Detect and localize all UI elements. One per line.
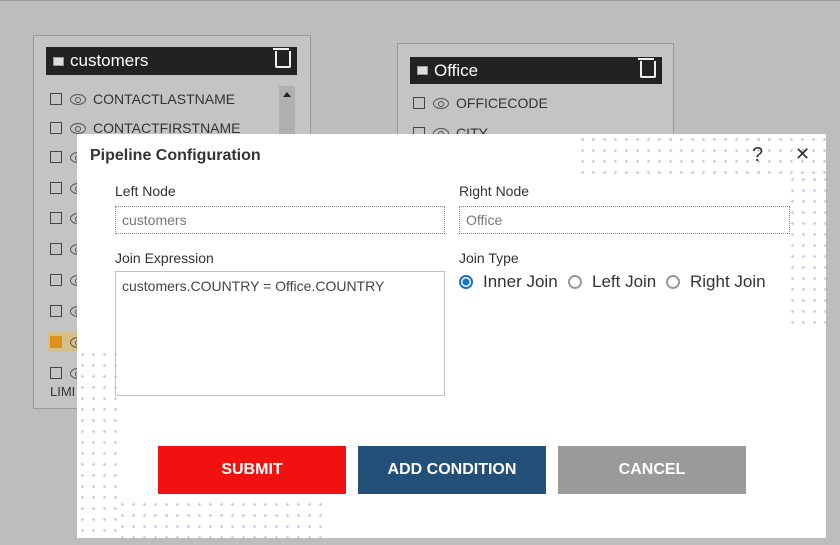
pipeline-configuration-dialog: Pipeline Configuration ? ✕ Left Node Rig… [77,134,826,538]
customers-node-header[interactable]: customers [46,47,297,75]
trash-icon[interactable] [273,48,291,68]
radio-icon[interactable] [568,275,582,289]
field-row[interactable]: CONTACTLASTNAME [50,91,235,107]
field-name: CONTACTLASTNAME [93,91,236,107]
cancel-button[interactable]: CANCEL [558,446,746,494]
radio-label: Inner Join [483,272,558,291]
checkbox[interactable] [50,182,62,194]
checkbox[interactable] [50,122,62,134]
right-node-input[interactable] [459,206,790,234]
field-name-partial: LIMI [50,384,76,399]
dot-pattern [77,349,117,538]
eye-icon[interactable] [433,97,449,109]
node-title: customers [70,51,149,70]
table-icon [53,56,64,66]
divider [0,0,840,1]
checkbox[interactable] [50,151,62,163]
radio-left-join[interactable]: Left Join [568,272,656,292]
checkbox[interactable] [50,243,62,255]
field-row[interactable]: OFFICECODE [413,95,548,111]
radio-label: Right Join [690,272,766,291]
help-button[interactable]: ? [752,144,763,167]
join-expression-textarea[interactable]: customers.COUNTRY = Office.COUNTRY [115,271,445,396]
dot-pattern [577,134,826,174]
eye-icon[interactable] [70,93,86,105]
radio-inner-join[interactable]: Inner Join [459,272,558,292]
node-title: Office [434,60,479,80]
add-condition-button[interactable]: ADD CONDITION [358,446,546,494]
field-name: OFFICECODE [456,95,548,111]
checkbox[interactable] [50,93,62,105]
dot-pattern [787,174,826,324]
checkbox[interactable] [50,367,62,379]
trash-icon[interactable] [638,58,656,78]
dot-pattern [117,499,322,538]
checkbox[interactable] [50,274,62,286]
join-expression-label: Join Expression [115,250,214,266]
checkbox[interactable] [50,212,62,224]
eye-icon[interactable] [70,122,86,134]
radio-label: Left Join [592,272,657,291]
left-node-input[interactable] [115,206,445,234]
checkbox[interactable] [50,305,62,317]
table-icon [417,66,428,75]
dialog-title: Pipeline Configuration [90,147,261,164]
join-type-label: Join Type [459,250,519,266]
checkbox[interactable] [413,97,425,109]
close-button[interactable]: ✕ [795,144,810,165]
radio-selected-icon[interactable] [459,275,473,289]
submit-button[interactable]: SUBMIT [158,446,346,494]
office-node-header[interactable]: Office [410,57,662,84]
left-node-label: Left Node [115,183,176,199]
radio-right-join[interactable]: Right Join [666,272,766,292]
checkbox[interactable] [50,336,62,348]
radio-icon[interactable] [666,275,680,289]
right-node-label: Right Node [459,183,530,199]
